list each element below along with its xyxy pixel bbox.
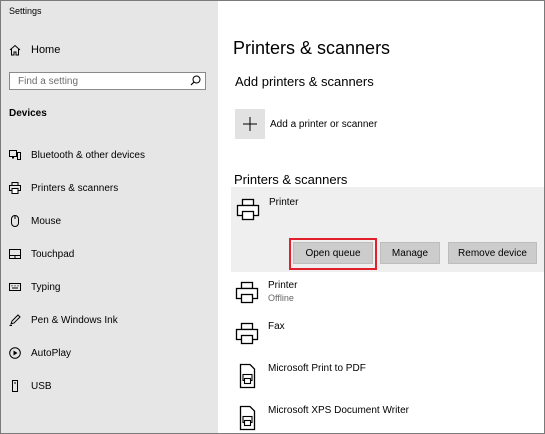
sidebar-item-label: Printers & scanners (31, 182, 119, 194)
printer-name: Printer (268, 280, 298, 291)
add-printer-label: Add a printer or scanner (270, 118, 378, 130)
home-icon (9, 44, 21, 56)
printer-list-item[interactable]: Printer Offline (234, 280, 297, 306)
selected-printer-row: Printer (235, 197, 298, 223)
plus-icon (235, 109, 265, 139)
printer-name: Fax (268, 321, 285, 332)
sidebar-item-touchpad[interactable]: Touchpad (1, 244, 218, 264)
document-printer-icon (239, 405, 256, 431)
printer-list-item[interactable]: Microsoft Print to PDF (234, 363, 366, 389)
printer-icon (236, 198, 260, 221)
printer-list-item[interactable]: Fax (234, 321, 285, 347)
printer-icon (9, 182, 21, 194)
printer-status: Offline (268, 293, 294, 303)
search-input[interactable] (10, 73, 193, 89)
sidebar-item-label: USB (31, 380, 52, 392)
printer-name: Microsoft XPS Document Writer (268, 405, 409, 416)
remove-device-button[interactable]: Remove device (448, 242, 537, 264)
printer-name: Microsoft Print to PDF (268, 363, 366, 374)
app-title: Settings (9, 6, 42, 16)
settings-window: Settings Home Devices Bluetooth & other … (0, 0, 545, 434)
section-label: Devices (9, 108, 47, 119)
bluetooth-devices-icon (9, 149, 21, 161)
usb-icon (9, 380, 21, 392)
sidebar-item-pen[interactable]: Pen & Windows Ink (1, 310, 218, 330)
printer-list-item[interactable]: Microsoft XPS Document Writer (234, 405, 409, 431)
home-nav-item[interactable]: Home (9, 41, 60, 59)
printer-icon (235, 281, 259, 304)
sidebar-item-label: AutoPlay (31, 347, 72, 359)
highlight-box (289, 238, 377, 270)
sidebar: Settings Home Devices Bluetooth & other … (1, 1, 218, 433)
sidebar-item-autoplay[interactable]: AutoPlay (1, 343, 218, 363)
mouse-icon (9, 215, 21, 227)
keyboard-icon (9, 281, 21, 293)
printer-name: Printer (269, 197, 299, 208)
sidebar-item-usb[interactable]: USB (1, 376, 218, 396)
sidebar-item-bluetooth[interactable]: Bluetooth & other devices (1, 145, 218, 165)
search-icon[interactable] (190, 75, 201, 86)
add-printer-button[interactable]: Add a printer or scanner (235, 109, 377, 139)
search-box[interactable] (9, 72, 206, 90)
sidebar-item-mouse[interactable]: Mouse (1, 211, 218, 231)
sidebar-item-label: Mouse (31, 215, 62, 227)
sidebar-item-printers[interactable]: Printers & scanners (1, 178, 218, 198)
printer-icon (235, 322, 259, 345)
add-section-title: Add printers & scanners (235, 74, 374, 89)
pen-icon (9, 314, 21, 326)
main-content: Printers & scanners Add printers & scann… (219, 1, 544, 433)
sidebar-item-label: Touchpad (31, 248, 75, 260)
page-title: Printers & scanners (233, 38, 391, 58)
sidebar-item-label: Typing (31, 281, 61, 293)
sidebar-item-label: Bluetooth & other devices (31, 149, 145, 161)
autoplay-icon (9, 347, 21, 359)
touchpad-icon (9, 248, 21, 260)
sidebar-item-label: Pen & Windows Ink (31, 314, 118, 326)
manage-button[interactable]: Manage (380, 242, 440, 264)
printers-list-title: Printers & scanners (234, 172, 348, 187)
document-printer-icon (239, 363, 256, 389)
home-label: Home (31, 44, 61, 56)
sidebar-item-typing[interactable]: Typing (1, 277, 218, 297)
